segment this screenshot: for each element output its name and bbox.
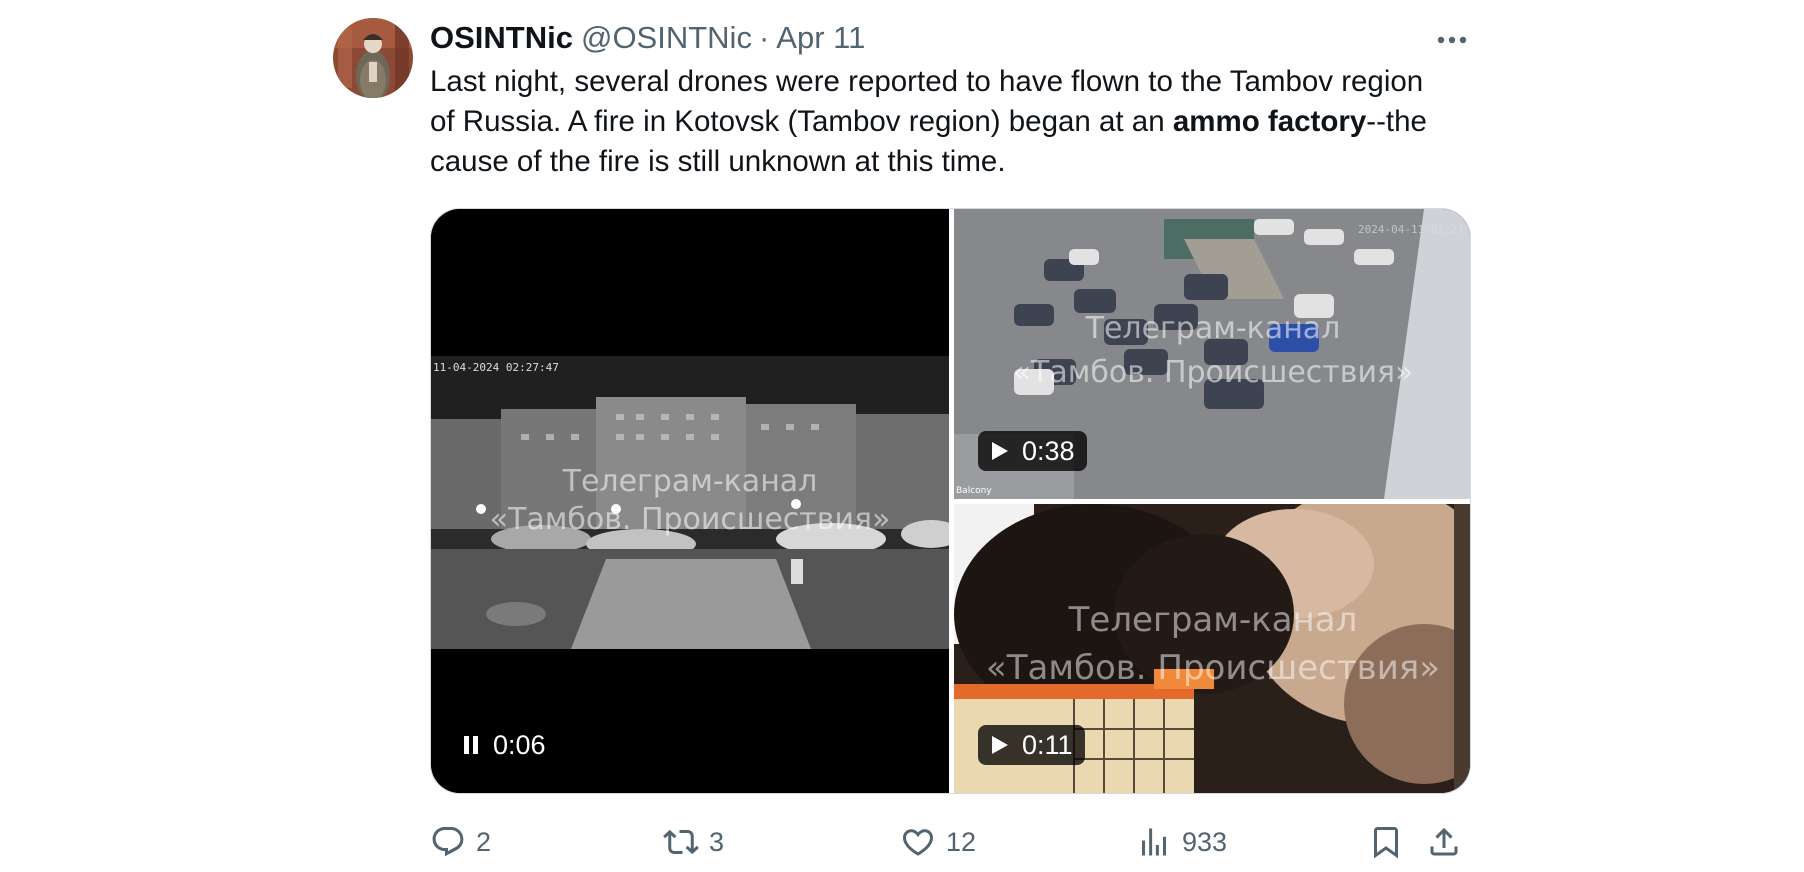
repost-count: 3 xyxy=(709,826,725,857)
repost-button[interactable]: 3 xyxy=(663,820,724,864)
bookmark-icon xyxy=(1374,827,1398,859)
views-count: 933 xyxy=(1182,826,1228,857)
tweet-header: OSINTNic @OSINTNic · Apr 11 xyxy=(430,16,865,60)
avatar-image xyxy=(333,18,413,98)
share-button[interactable] xyxy=(1426,820,1462,864)
video-left-controls[interactable]: 0:06 xyxy=(451,725,558,765)
more-options-button[interactable] xyxy=(1430,20,1474,60)
video-left-duration: 0:06 xyxy=(493,729,546,760)
video-top-right-duration: 0:38 xyxy=(1022,435,1075,466)
reply-icon xyxy=(432,827,464,857)
repost-icon xyxy=(663,829,699,855)
video-left[interactable]: 11-04-2024 02:27:47 Телеграм-канал «Тамб… xyxy=(431,209,949,793)
like-count: 12 xyxy=(946,826,977,857)
video-bottom-right-duration-badge: 0:11 xyxy=(978,725,1085,765)
reply-count: 2 xyxy=(476,826,492,857)
video-left-frame xyxy=(431,209,949,793)
tweet: OSINTNic @OSINTNic · Apr 11 Last night, … xyxy=(0,0,1804,872)
heart-icon xyxy=(902,829,934,856)
user-handle[interactable]: @OSINTNic xyxy=(581,20,752,56)
video-left-timestamp: 11-04-2024 02:27:47 xyxy=(433,361,559,374)
header-separator: · xyxy=(758,20,770,55)
more-icon xyxy=(1437,36,1467,44)
media-grid: 11-04-2024 02:27:47 Телеграм-канал «Тамб… xyxy=(430,208,1471,794)
display-name[interactable]: OSINTNic xyxy=(430,20,573,56)
avatar[interactable] xyxy=(333,18,413,98)
pause-icon[interactable] xyxy=(461,734,481,756)
reply-button[interactable]: 2 xyxy=(430,820,491,864)
video-bottom-right[interactable]: Телеграм-канал «Тамбов. Происшествия» 0:… xyxy=(954,504,1470,793)
like-button[interactable]: 12 xyxy=(900,820,976,864)
action-bar: 2 3 12 933 xyxy=(430,820,1471,864)
play-icon xyxy=(992,736,1008,754)
share-icon xyxy=(1430,827,1458,856)
video-bottom-right-duration: 0:11 xyxy=(1022,729,1073,760)
video-top-right[interactable]: 2024-04-11 02:27 Balcony Телеграм-канал … xyxy=(954,209,1470,499)
tweet-text: Last night, several drones were reported… xyxy=(430,62,1430,182)
analytics-icon xyxy=(1142,828,1166,856)
views-button[interactable]: 933 xyxy=(1136,820,1227,864)
tweet-date[interactable]: Apr 11 xyxy=(776,20,865,56)
video-top-right-duration-badge: 0:38 xyxy=(978,431,1087,471)
video-top-right-timestamp: 2024-04-11 02:27 xyxy=(1358,223,1464,236)
tweet-text-bold: ammo factory xyxy=(1172,105,1367,138)
video-top-right-corner-label: Balcony xyxy=(956,486,992,496)
play-icon xyxy=(992,442,1008,460)
bookmark-button[interactable] xyxy=(1368,820,1404,864)
